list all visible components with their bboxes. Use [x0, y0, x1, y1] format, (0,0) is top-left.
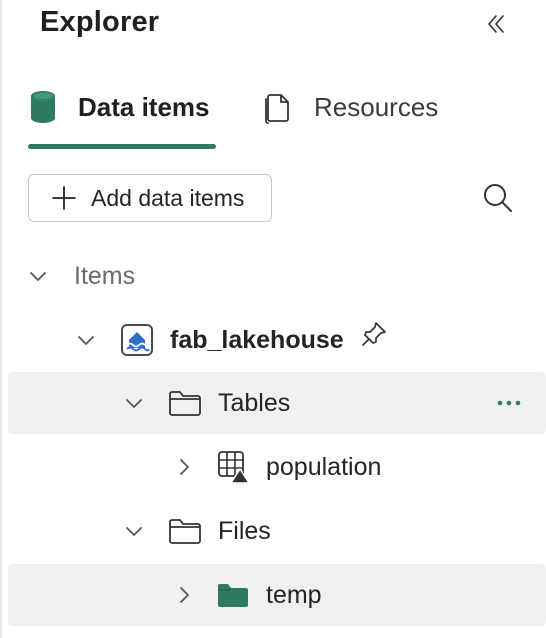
collapse-pane-button[interactable]	[480, 8, 512, 40]
tree-item-files[interactable]: Files	[8, 500, 546, 562]
tree-item-lakehouse[interactable]: fab_lakehouse	[8, 309, 546, 371]
table-icon	[216, 436, 252, 498]
chevron-right-icon[interactable]	[174, 436, 194, 498]
more-horizontal-icon	[497, 400, 521, 406]
tree-section-label: Items	[74, 261, 136, 290]
search-button[interactable]	[476, 176, 520, 220]
chevron-down-icon[interactable]	[124, 500, 144, 562]
explorer-pane: Explorer Data items Resources Add data i…	[0, 0, 546, 638]
double-chevron-left-icon	[488, 15, 504, 33]
more-options-button[interactable]	[496, 372, 522, 434]
chevron-down-icon[interactable]	[124, 372, 144, 434]
tables-label: Tables	[218, 388, 291, 417]
tree-item-temp[interactable]: temp	[8, 564, 546, 626]
active-tab-indicator	[28, 144, 216, 149]
document-icon	[264, 90, 292, 124]
folder-icon	[168, 500, 202, 562]
plus-icon	[51, 185, 77, 211]
tab-resources-label: Resources	[314, 91, 439, 122]
tree-item-tables[interactable]: Tables	[8, 372, 546, 434]
tab-data-items[interactable]: Data items	[30, 84, 210, 130]
chevron-down-icon[interactable]	[76, 309, 96, 371]
tree-item-population[interactable]: population	[8, 436, 546, 498]
lakehouse-label: fab_lakehouse	[170, 325, 344, 354]
files-label: Files	[218, 516, 271, 545]
pin-icon[interactable]	[360, 303, 388, 365]
tab-resources[interactable]: Resources	[264, 84, 438, 130]
add-data-items-button[interactable]: Add data items	[28, 174, 272, 222]
tab-data-items-label: Data items	[78, 91, 210, 122]
tree-section-items[interactable]: Items	[8, 245, 546, 307]
chevron-down-icon[interactable]	[28, 245, 48, 307]
chevron-right-icon[interactable]	[174, 564, 194, 626]
temp-label: temp	[266, 580, 322, 609]
add-data-items-label: Add data items	[91, 184, 245, 211]
population-label: population	[266, 452, 382, 481]
search-icon	[484, 184, 512, 212]
folder-filled-icon	[216, 564, 250, 626]
database-icon	[30, 90, 56, 124]
lakehouse-icon	[120, 309, 154, 371]
explorer-title: Explorer	[40, 6, 160, 38]
folder-icon	[168, 372, 202, 434]
